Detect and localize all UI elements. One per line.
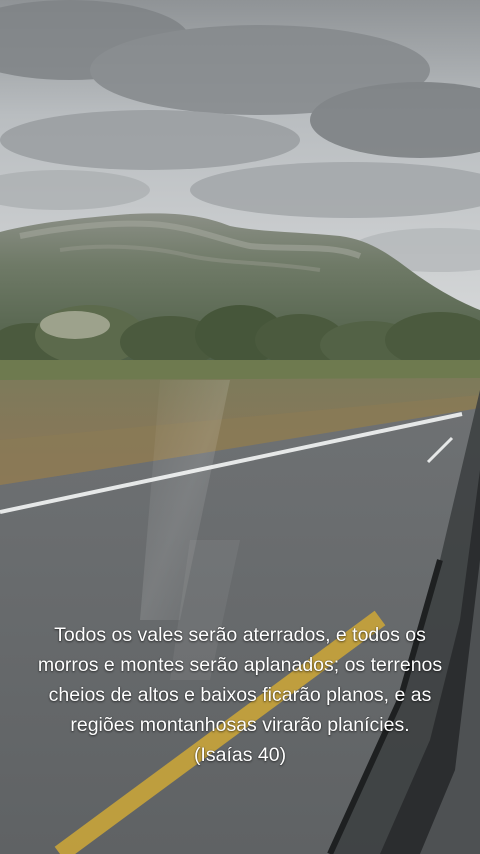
caption-line: Todos os vales serão aterrados, e todos … bbox=[54, 624, 426, 646]
caption-line: cheios de altos e baixos ficarão planos,… bbox=[48, 684, 432, 706]
photo-scene: Todos os vales serão aterrados, e todos … bbox=[0, 0, 480, 854]
caption-reference: (Isaías 40) bbox=[193, 744, 287, 766]
scripture-caption: Todos os vales serão aterrados, e todos … bbox=[20, 620, 460, 770]
caption-line: regiões montanhosas virarão planícies. bbox=[70, 714, 410, 736]
caption-line: morros e montes serão aplanados; os terr… bbox=[37, 654, 443, 676]
